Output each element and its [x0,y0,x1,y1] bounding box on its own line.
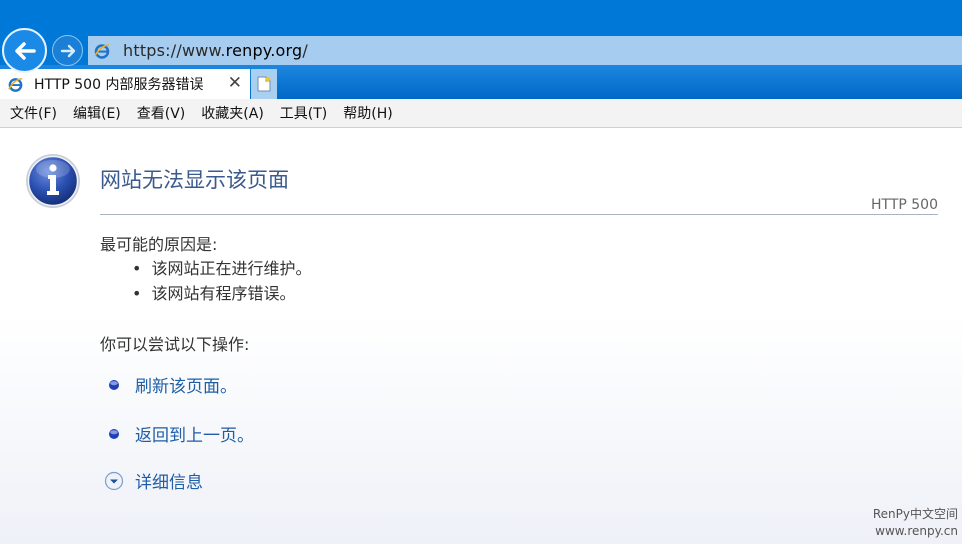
list-item: 该网站有程序错误。 [132,281,311,306]
cause-list: 该网站正在进行维护。 该网站有程序错误。 [132,256,311,306]
page-title: 网站无法显示该页面 [100,168,289,192]
tab-close-icon[interactable]: ✕ [228,73,242,93]
divider [100,214,938,215]
refresh-action[interactable]: 刷新该页面。 [104,372,237,397]
back-action[interactable]: 返回到上一页。 [104,421,254,446]
ie-logo-icon [92,41,112,61]
menu-favorites[interactable]: 收藏夹(A) [201,103,264,123]
back-button[interactable] [2,28,47,73]
url-host: renpy.org [225,41,303,60]
ie-logo-icon [6,75,24,93]
page-content: 网站无法显示该页面 HTTP 500 最可能的原因是: 该网站正在进行维护。 该… [0,129,962,544]
menu-tools[interactable]: 工具(T) [280,103,327,123]
go-back-link[interactable]: 返回到上一页。 [135,421,254,446]
url-scheme: https://www. [123,41,226,60]
menu-view[interactable]: 查看(V) [137,103,186,123]
list-item: 该网站正在进行维护。 [132,256,311,281]
try-heading: 你可以尝试以下操作: [100,335,250,354]
refresh-link[interactable]: 刷新该页面。 [135,372,237,397]
address-url[interactable]: https://www.renpy.org/ [123,41,308,60]
details-action[interactable]: 详细信息 [104,468,203,493]
watermark-line-1: RenPy中文空间 [872,507,958,521]
chevron-down-circle-icon[interactable] [104,471,124,491]
menu-edit[interactable]: 编辑(E) [73,103,121,123]
tab-strip: HTTP 500 内部服务器错误 ✕ [0,65,962,99]
cause-heading: 最可能的原因是: [100,235,218,254]
new-tab-icon [257,76,271,92]
forward-button[interactable] [52,35,83,66]
menu-file[interactable]: 文件(F) [10,103,57,123]
watermark-line-2: www.renpy.cn [875,524,958,538]
tab-title: HTTP 500 内部服务器错误 [34,77,204,93]
info-icon [26,154,80,208]
tab-active[interactable]: HTTP 500 内部服务器错误 ✕ [0,69,250,99]
url-path: / [302,41,308,60]
back-arrow-icon [14,41,36,60]
new-tab-button[interactable] [251,69,277,99]
address-bar[interactable]: https://www.renpy.org/ [88,36,962,65]
http-status-code: HTTP 500 [871,197,938,213]
menu-help[interactable]: 帮助(H) [343,103,392,123]
menu-bar: 文件(F) 编辑(E) 查看(V) 收藏夹(A) 工具(T) 帮助(H) [0,99,962,128]
details-link[interactable]: 详细信息 [135,468,203,493]
forward-arrow-icon [60,44,75,57]
blue-dot-icon [104,424,124,444]
blue-dot-icon [104,375,124,395]
